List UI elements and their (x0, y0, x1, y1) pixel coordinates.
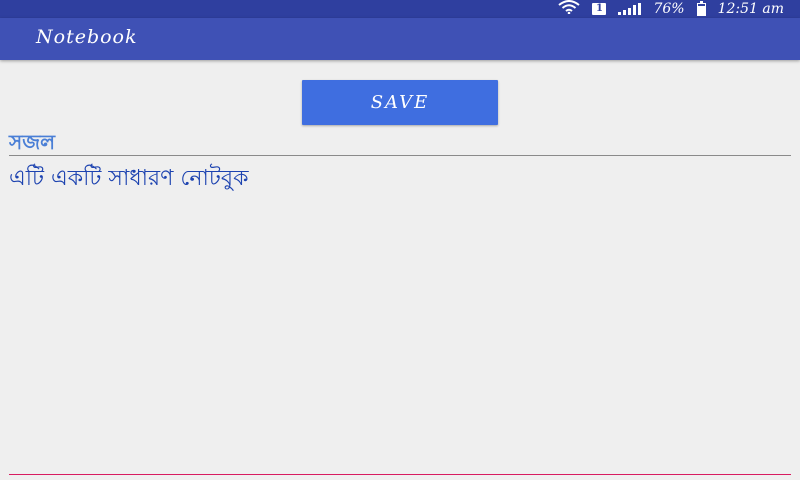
note-title-field[interactable]: সজল (9, 128, 791, 156)
battery-icon (696, 0, 706, 16)
save-button[interactable]: SAVE (302, 80, 498, 125)
app-title: Notebook (36, 26, 138, 48)
clock: 12:51 am (717, 1, 784, 17)
status-bar: 1 76% 12:51 am (0, 0, 800, 18)
app-bar: Notebook (0, 18, 800, 60)
signal-icon (618, 3, 642, 15)
note-body-field[interactable]: এটি একটি সাধারণ নোটবুক (9, 162, 791, 475)
status-icons: 1 76% 12:51 am (558, 0, 784, 18)
battery-percent: 76% (653, 1, 685, 17)
wifi-icon (558, 0, 581, 18)
sim-icon: 1 (592, 3, 607, 15)
